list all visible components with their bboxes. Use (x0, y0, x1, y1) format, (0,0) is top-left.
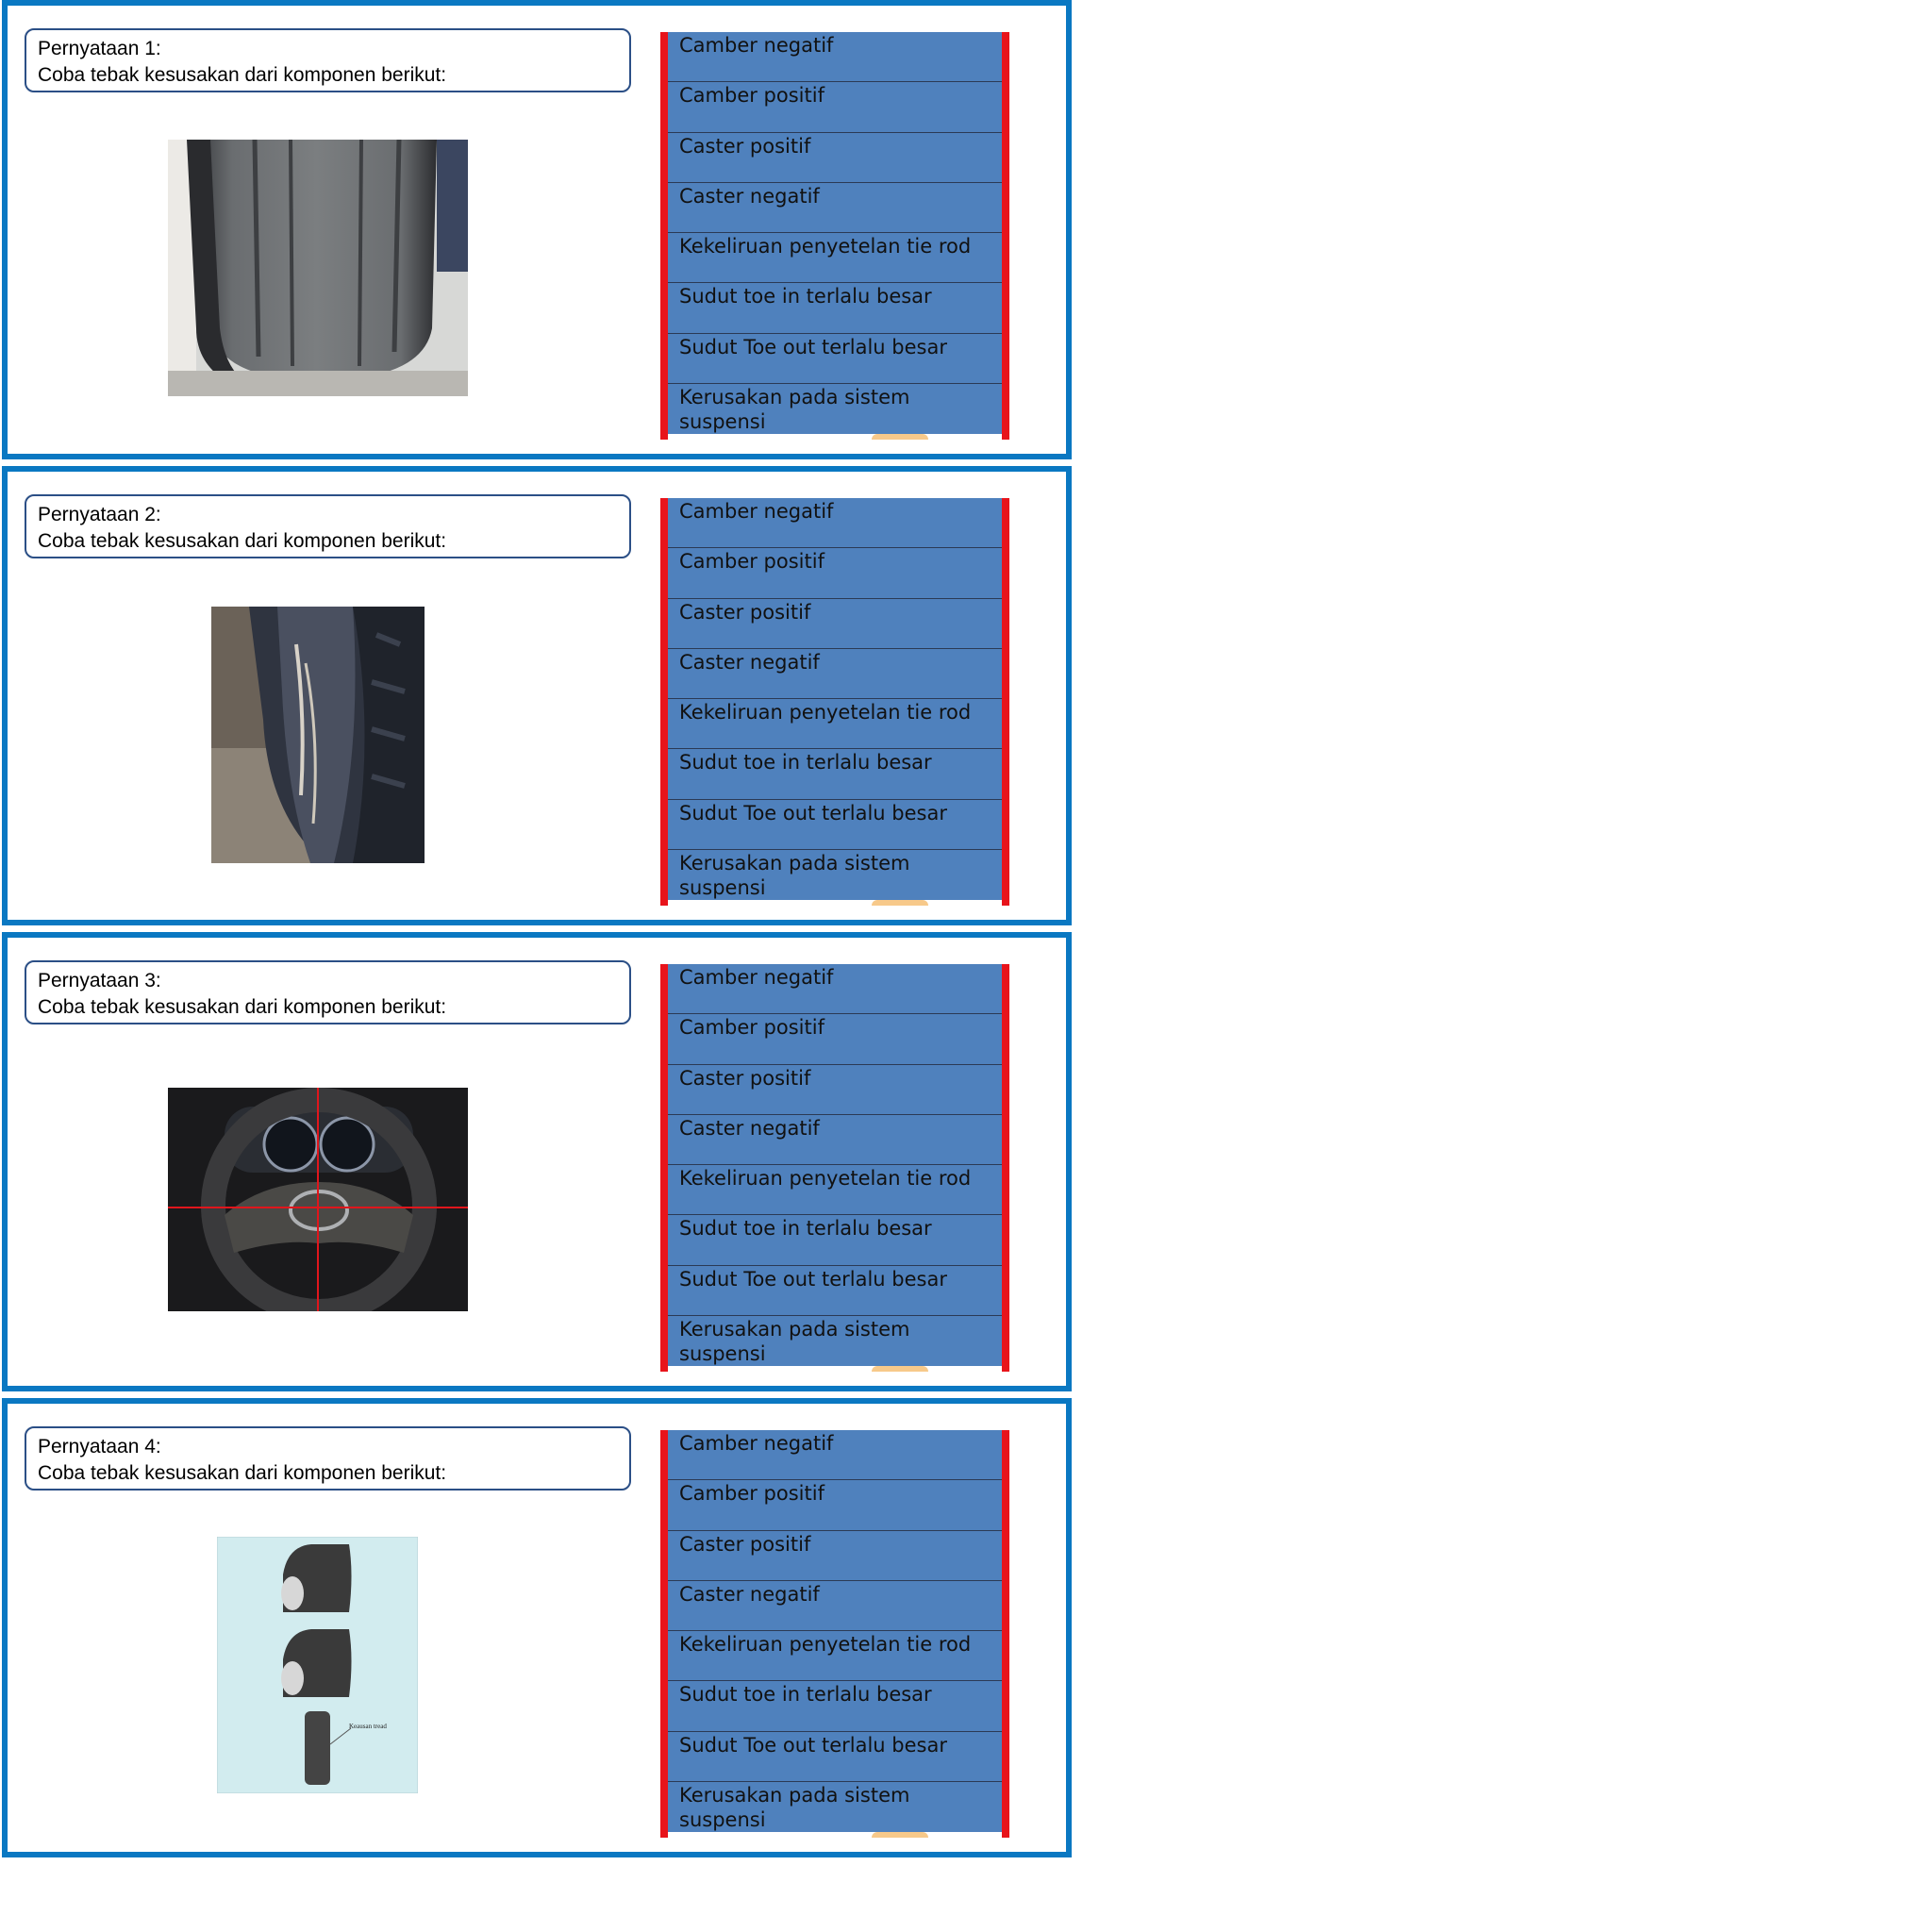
option-toe-out[interactable]: Sudut Toe out terlalu besar (668, 800, 1002, 850)
red-bar-left (660, 498, 668, 906)
option-toe-out[interactable]: Sudut Toe out terlalu besar (668, 1266, 1002, 1316)
option-camber-positif[interactable]: Camber positif (668, 82, 1002, 133)
scroll-tab (872, 1832, 928, 1838)
option-camber-positif[interactable]: Camber positif (668, 1014, 1002, 1065)
answer-options: Camber negatif Camber positif Caster pos… (660, 498, 1009, 906)
answer-options: Camber negatif Camber positif Caster pos… (660, 32, 1009, 440)
scroll-tab (872, 434, 928, 440)
red-bar-left (660, 964, 668, 1372)
prompt-box: Pernyataan 3: Coba tebak kesusakan dari … (25, 960, 631, 1024)
options-list: Camber negatif Camber positif Caster pos… (668, 964, 1002, 1366)
worn-tire-photo (168, 140, 468, 396)
slide-title: Pernyataan 1: (38, 38, 161, 59)
tire-sidewall-wear-photo (211, 607, 425, 863)
slide-panel-4: Pernyataan 4: Coba tebak kesusakan dari … (2, 1398, 1072, 1857)
slide-title: Pernyataan 3: (38, 970, 161, 991)
slide-question: Coba tebak kesusakan dari komponen berik… (38, 996, 447, 1018)
red-bar-left (660, 1430, 668, 1838)
option-caster-positif[interactable]: Caster positif (668, 1531, 1002, 1581)
option-toe-in[interactable]: Sudut toe in terlalu besar (668, 1681, 1002, 1732)
slide-title: Pernyataan 2: (38, 504, 161, 525)
options-list: Camber negatif Camber positif Caster pos… (668, 32, 1002, 434)
slide-panel-3: Pernyataan 3: Coba tebak kesusakan dari … (2, 932, 1072, 1391)
option-camber-negatif[interactable]: Camber negatif (668, 1430, 1002, 1481)
scroll-tab (872, 1366, 928, 1372)
slide-title: Pernyataan 4: (38, 1436, 161, 1457)
option-caster-negatif[interactable]: Caster negatif (668, 649, 1002, 699)
red-bar-right (1002, 1430, 1009, 1838)
slide-panel-1: Pernyataan 1: Coba tebak kesusakan dari … (2, 0, 1072, 459)
tire-wear-diagram: Keausan tread (217, 1537, 418, 1793)
option-tie-rod[interactable]: Kekeliruan penyetelan tie rod (668, 1165, 1002, 1216)
option-camber-positif[interactable]: Camber positif (668, 548, 1002, 599)
option-toe-in[interactable]: Sudut toe in terlalu besar (668, 1215, 1002, 1266)
slide-question: Coba tebak kesusakan dari komponen berik… (38, 530, 447, 552)
option-caster-negatif[interactable]: Caster negatif (668, 1115, 1002, 1165)
answer-options: Camber negatif Camber positif Caster pos… (660, 1430, 1009, 1838)
steering-wheel-photo (168, 1088, 468, 1311)
options-list: Camber negatif Camber positif Caster pos… (668, 1430, 1002, 1832)
slide-question: Coba tebak kesusakan dari komponen berik… (38, 64, 447, 86)
option-caster-negatif[interactable]: Caster negatif (668, 1581, 1002, 1631)
answer-options: Camber negatif Camber positif Caster pos… (660, 964, 1009, 1372)
option-caster-positif[interactable]: Caster positif (668, 1065, 1002, 1115)
option-tie-rod[interactable]: Kekeliruan penyetelan tie rod (668, 233, 1002, 284)
diagram-label: Keausan tread (349, 1723, 387, 1730)
option-camber-negatif[interactable]: Camber negatif (668, 964, 1002, 1015)
option-tie-rod[interactable]: Kekeliruan penyetelan tie rod (668, 699, 1002, 750)
option-toe-in[interactable]: Sudut toe in terlalu besar (668, 283, 1002, 334)
option-toe-out[interactable]: Sudut Toe out terlalu besar (668, 1732, 1002, 1782)
red-bar-right (1002, 32, 1009, 440)
option-suspensi[interactable]: Kerusakan pada sistem suspensi (668, 384, 1002, 434)
red-bar-right (1002, 964, 1009, 1372)
options-list: Camber negatif Camber positif Caster pos… (668, 498, 1002, 900)
prompt-box: Pernyataan 1: Coba tebak kesusakan dari … (25, 28, 631, 92)
option-camber-positif[interactable]: Camber positif (668, 1480, 1002, 1531)
slide-question: Coba tebak kesusakan dari komponen berik… (38, 1462, 447, 1484)
option-tie-rod[interactable]: Kekeliruan penyetelan tie rod (668, 1631, 1002, 1682)
option-toe-out[interactable]: Sudut Toe out terlalu besar (668, 334, 1002, 384)
option-suspensi[interactable]: Kerusakan pada sistem suspensi (668, 1316, 1002, 1366)
option-camber-negatif[interactable]: Camber negatif (668, 498, 1002, 549)
option-suspensi[interactable]: Kerusakan pada sistem suspensi (668, 850, 1002, 900)
option-caster-positif[interactable]: Caster positif (668, 599, 1002, 649)
prompt-box: Pernyataan 4: Coba tebak kesusakan dari … (25, 1426, 631, 1491)
option-caster-positif[interactable]: Caster positif (668, 133, 1002, 183)
slide-panel-2: Pernyataan 2: Coba tebak kesusakan dari … (2, 466, 1072, 925)
red-bar-left (660, 32, 668, 440)
option-caster-negatif[interactable]: Caster negatif (668, 183, 1002, 233)
option-toe-in[interactable]: Sudut toe in terlalu besar (668, 749, 1002, 800)
red-bar-right (1002, 498, 1009, 906)
option-camber-negatif[interactable]: Camber negatif (668, 32, 1002, 83)
option-suspensi[interactable]: Kerusakan pada sistem suspensi (668, 1782, 1002, 1832)
scroll-tab (872, 900, 928, 906)
prompt-box: Pernyataan 2: Coba tebak kesusakan dari … (25, 494, 631, 558)
